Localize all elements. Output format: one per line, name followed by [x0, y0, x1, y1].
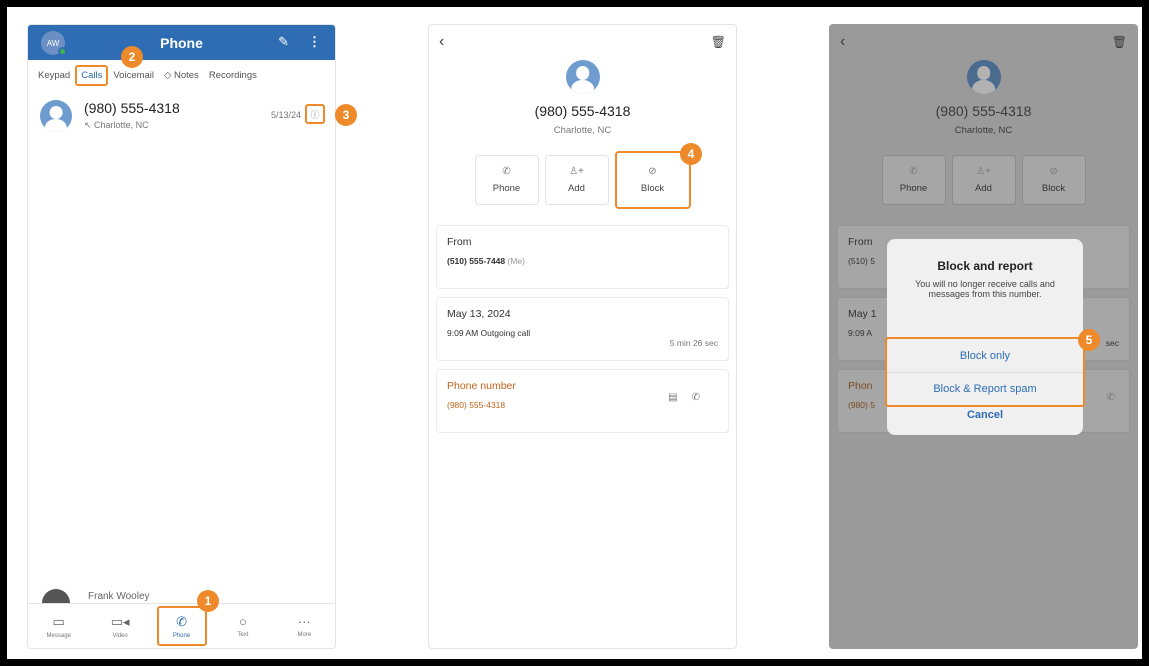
nav-video[interactable]: ▭◂ Video — [89, 604, 150, 648]
phone-icon: ✆ — [502, 166, 511, 177]
tab-notes-label: Notes — [173, 69, 199, 81]
bottom-nav: ▭ Message ▭◂ Video ✆ Phone ○ Text ··· More — [28, 603, 335, 648]
message-icon[interactable]: ▤ — [668, 392, 691, 403]
block-only-button[interactable]: Block only — [887, 339, 1083, 372]
add-button[interactable]: ♙+ Add — [544, 155, 609, 205]
info-icon[interactable]: ⓘ — [305, 104, 325, 124]
nav-text[interactable]: ○ Text — [212, 604, 273, 648]
dialog-title: Block and report — [937, 259, 1033, 273]
contact-location: Charlotte, NC — [954, 125, 1013, 136]
phone-calls-screen: AW Phone ✎ ⋮ Keypad Calls Voicemail ◇ No… — [27, 24, 336, 649]
nav-more[interactable]: ··· More — [274, 604, 335, 648]
tab-voicemail[interactable]: Voicemail — [108, 70, 159, 81]
step-badge-5: 5 — [1078, 329, 1100, 351]
pencil-icon[interactable]: ✎ — [278, 34, 289, 50]
tutorial-frame: AW Phone ✎ ⋮ Keypad Calls Voicemail ◇ No… — [7, 7, 1142, 659]
trash-icon[interactable]: 🗑︎ — [711, 35, 726, 49]
back-icon: ‹ — [840, 33, 846, 50]
contact-number: (980) 555-4318 — [935, 103, 1032, 119]
call-details-screen: ‹ 🗑︎ (980) 555-4318 Charlotte, NC ✆ Phone… — [428, 24, 737, 649]
contact-avatar — [40, 100, 72, 132]
tab-keypad[interactable]: Keypad — [33, 70, 75, 81]
tab-recordings[interactable]: Recordings — [204, 70, 262, 81]
call-detail-card: May 13, 2024 9:09 AM Outgoing call 5 min… — [436, 297, 729, 361]
add-button: ♙+ Add — [951, 155, 1016, 205]
tab-calls[interactable]: Calls — [75, 64, 109, 86]
block-button: ⊘ Block — [1021, 155, 1086, 205]
call-number: (980) 555-4318 — [84, 100, 180, 116]
back-icon[interactable]: ‹ — [439, 33, 444, 51]
chat-bubble-icon: ▭ — [52, 613, 65, 629]
call-list-item[interactable]: (980) 555-4318 ↖ Charlotte, NC 5/13/24 ⓘ — [28, 90, 335, 142]
phone-header: AW Phone ✎ ⋮ — [28, 25, 335, 60]
tab-notes[interactable]: ◇ Notes — [159, 70, 204, 81]
add-user-icon: ♙+ — [976, 166, 991, 177]
block-report-spam-button[interactable]: Block & Report spam — [887, 372, 1083, 405]
contact-number: (980) 555-4318 — [534, 103, 631, 119]
contact-avatar — [966, 60, 1001, 94]
step-badge-2: 2 — [121, 46, 143, 68]
ellipsis-icon: ··· — [297, 614, 311, 629]
block-report-dialog: Block and report You will no longer rece… — [885, 239, 1085, 435]
step-badge-1: 1 — [197, 590, 219, 612]
dialog-options: Block only Block & Report spam — [885, 337, 1085, 407]
video-icon: ▭◂ — [110, 613, 130, 629]
phone-number-card[interactable]: Phone number (980) 555-4318 ▤✆ — [436, 369, 729, 433]
add-user-icon: ♙+ — [569, 166, 584, 177]
action-buttons: ✆ Phone ♙+ Add ⊘ Block — [830, 155, 1137, 205]
cancel-button[interactable]: Cancel — [887, 409, 1083, 421]
from-card: From (510) 555-7448 (Me) — [436, 225, 729, 289]
speech-icon: ○ — [238, 614, 247, 629]
trash-icon: 🗑︎ — [1111, 35, 1127, 49]
call-date: 5/13/24 — [270, 110, 301, 120]
phone-button: ✆ Phone — [881, 155, 946, 205]
phone-button[interactable]: ✆ Phone — [474, 155, 539, 205]
contact-avatar — [565, 60, 600, 94]
dialog-message: You will no longer receive calls and mes… — [915, 279, 1055, 300]
step-badge-4: 4 — [680, 143, 702, 165]
step-badge-3: 3 — [335, 104, 357, 126]
phone-icon: ✆ — [909, 166, 918, 177]
vertical-dots-icon[interactable]: ⋮ — [308, 34, 321, 50]
block-icon: ⊘ — [648, 166, 657, 177]
phone-icon[interactable]: ✆ — [692, 392, 714, 403]
phone-icon: ✆ — [1106, 392, 1115, 403]
contact-name: Frank Wooley — [88, 590, 150, 602]
tab-bar: Keypad Calls Voicemail ◇ Notes Recording… — [28, 60, 335, 90]
block-button[interactable]: ⊘ Block — [614, 151, 691, 209]
nav-message[interactable]: ▭ Message — [28, 604, 89, 648]
list-item[interactable]: Frank Wooley — [28, 589, 335, 617]
contact-location: Charlotte, NC — [553, 125, 612, 136]
call-location: ↖ Charlotte, NC — [84, 120, 149, 130]
block-icon: ⊘ — [1049, 166, 1058, 177]
phone-icon: ✆ — [176, 613, 187, 629]
